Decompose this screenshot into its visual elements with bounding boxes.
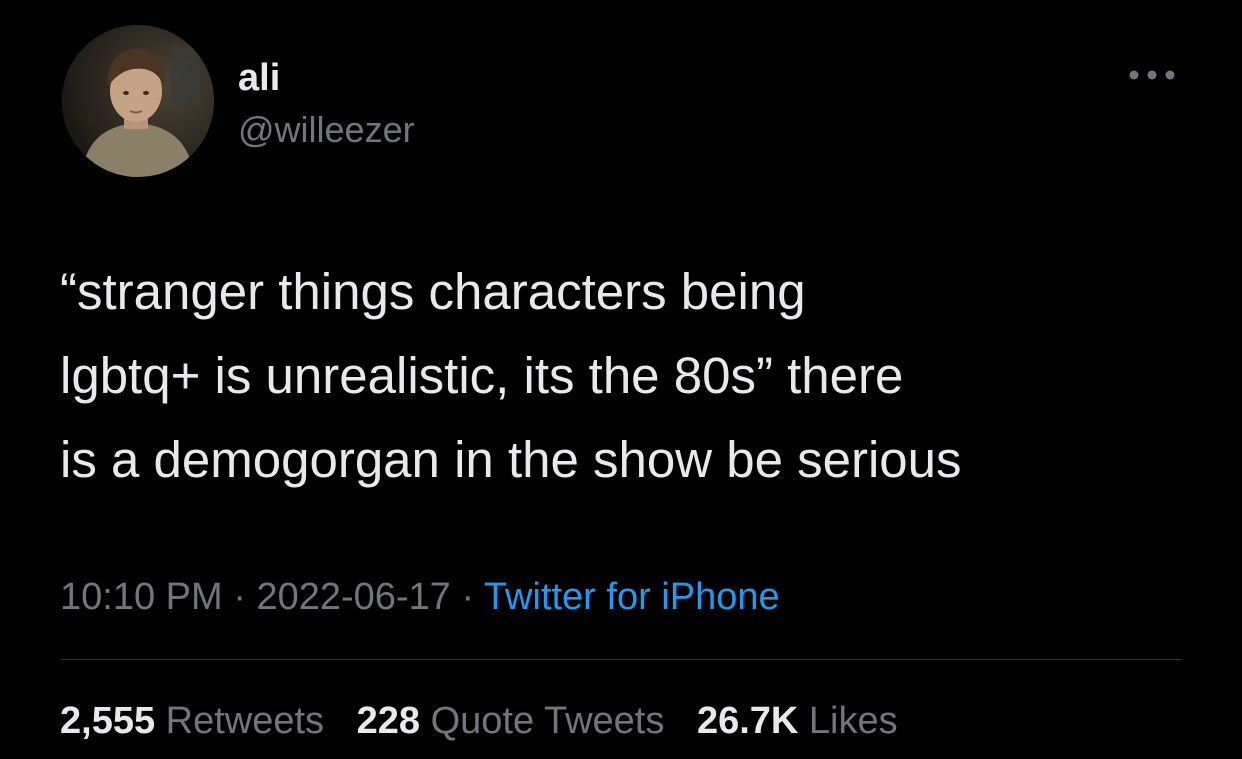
tweet-card: ali @willeezer “stranger things characte…	[0, 0, 1242, 759]
profile-photo-icon	[62, 25, 214, 177]
tweet-source-link[interactable]: Twitter for iPhone	[484, 576, 780, 618]
engagement-stats: 2,555 Retweets 228 Quote Tweets 26.7K Li…	[60, 696, 920, 746]
meta-separator: ·	[222, 576, 257, 618]
likes-count: 26.7K	[696, 700, 799, 742]
more-options-button[interactable]	[1122, 60, 1182, 90]
tweet-meta: 10:10 PM · 2022-06-17 · Twitter for iPho…	[60, 572, 780, 622]
retweets-count: 2,555	[60, 700, 156, 742]
retweets-label: Retweets	[165, 700, 325, 742]
tweet-text: “stranger things characters being lgbtq+…	[60, 263, 962, 488]
ellipsis-icon	[1129, 70, 1175, 80]
tweet-date[interactable]: 2022-06-17	[256, 576, 450, 618]
avatar[interactable]	[62, 25, 214, 177]
meta-separator: ·	[450, 576, 484, 618]
display-name[interactable]: ali	[238, 56, 280, 100]
divider	[60, 659, 1182, 660]
tweet-time[interactable]: 10:10 PM	[60, 576, 223, 618]
likes-label: Likes	[808, 700, 898, 742]
quote-tweets-stat[interactable]: 228 Quote Tweets	[357, 696, 665, 746]
quote-tweets-label: Quote Tweets	[430, 700, 665, 742]
retweets-stat[interactable]: 2,555 Retweets	[60, 696, 324, 746]
user-handle[interactable]: @willeezer	[238, 108, 415, 152]
likes-stat[interactable]: 26.7K Likes	[697, 696, 898, 746]
quote-tweets-count: 228	[356, 700, 421, 742]
